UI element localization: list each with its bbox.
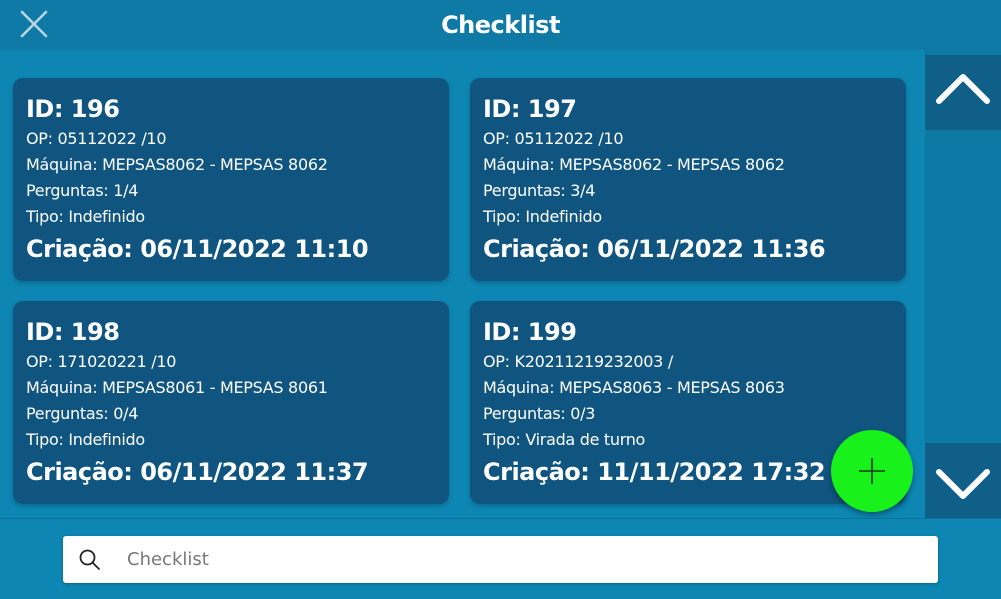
card-type: Tipo: Indefinido	[26, 207, 145, 226]
header-bar: Checklist	[0, 0, 1001, 50]
checklist-list[interactable]: ID: 196 OP: 05112022 /10 Máquina: MEPSAS…	[0, 50, 925, 518]
close-button[interactable]	[14, 6, 54, 44]
card-questions: Perguntas: 3/4	[483, 181, 596, 200]
scroll-down-button[interactable]	[925, 443, 1001, 518]
search-bar[interactable]	[63, 536, 938, 583]
card-machine: Máquina: MEPSAS8061 - MEPSAS 8061	[26, 378, 328, 397]
add-checklist-button[interactable]	[831, 430, 913, 512]
card-op: OP: 05112022 /10	[26, 129, 167, 148]
search-icon	[77, 547, 103, 573]
scroll-up-button[interactable]	[925, 55, 1001, 130]
card-type: Tipo: Virada de turno	[483, 430, 646, 449]
checklist-card-197[interactable]: ID: 197 OP: 05112022 /10 Máquina: MEPSAS…	[470, 78, 906, 281]
card-machine: Máquina: MEPSAS8063 - MEPSAS 8063	[483, 378, 785, 397]
chevron-up-icon	[925, 55, 1001, 130]
card-machine: Máquina: MEPSAS8062 - MEPSAS 8062	[26, 155, 328, 174]
plus-icon	[831, 430, 913, 512]
card-machine: Máquina: MEPSAS8062 - MEPSAS 8062	[483, 155, 785, 174]
card-created: Criação: 06/11/2022 11:36	[483, 235, 826, 263]
chevron-down-icon	[925, 443, 1001, 518]
card-created: Criação: 06/11/2022 11:37	[26, 458, 369, 486]
card-type: Tipo: Indefinido	[483, 207, 602, 226]
page-title: Checklist	[441, 11, 560, 39]
card-created: Criação: 11/11/2022 17:32	[483, 458, 826, 486]
checklist-card-196[interactable]: ID: 196 OP: 05112022 /10 Máquina: MEPSAS…	[13, 78, 449, 281]
search-input[interactable]	[127, 540, 917, 578]
checklist-card-198[interactable]: ID: 198 OP: 171020221 /10 Máquina: MEPSA…	[13, 301, 449, 504]
card-op: OP: 171020221 /10	[26, 352, 177, 371]
card-questions: Perguntas: 1/4	[26, 181, 139, 200]
card-questions: Perguntas: 0/4	[26, 404, 139, 423]
card-type: Tipo: Indefinido	[26, 430, 145, 449]
card-id: ID: 199	[483, 318, 577, 346]
card-questions: Perguntas: 0/3	[483, 404, 596, 423]
close-icon	[14, 6, 54, 44]
card-op: OP: K20211219232003 /	[483, 352, 673, 371]
card-created: Criação: 06/11/2022 11:10	[26, 235, 369, 263]
card-id: ID: 198	[26, 318, 120, 346]
card-id: ID: 197	[483, 95, 577, 123]
card-id: ID: 196	[26, 95, 120, 123]
card-op: OP: 05112022 /10	[483, 129, 624, 148]
